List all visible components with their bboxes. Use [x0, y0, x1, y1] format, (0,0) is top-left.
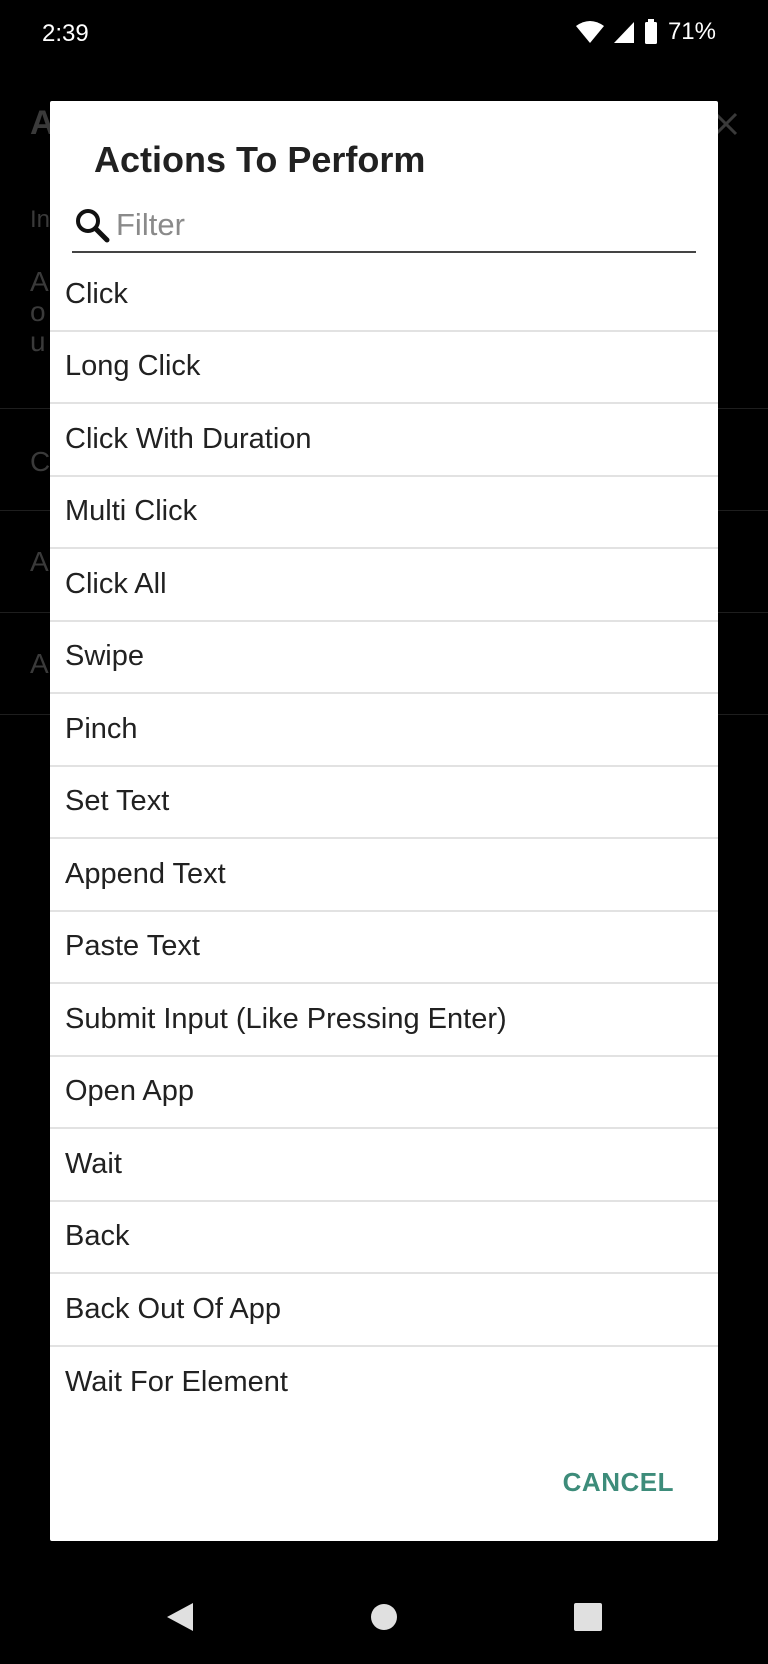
- action-list-item[interactable]: Wait For Element: [50, 1347, 718, 1420]
- status-icons: 71%: [575, 18, 716, 46]
- battery-icon: [644, 19, 657, 44]
- screen: 2:39 71% A In A o u C A A Actions To Per…: [0, 0, 768, 1664]
- background-text-fragment: A: [30, 546, 49, 577]
- search-icon: [76, 209, 110, 243]
- action-list-item[interactable]: Paste Text: [50, 912, 718, 984]
- status-time: 2:39: [42, 20, 89, 47]
- back-nav-button[interactable]: [150, 1570, 210, 1664]
- action-list-item[interactable]: Swipe: [50, 622, 718, 694]
- action-list: Click Long Click Click With Duration Multi …: [50, 259, 718, 1419]
- action-list-item[interactable]: Click: [50, 259, 718, 332]
- action-list-item[interactable]: Click With Duration: [50, 404, 718, 477]
- actions-dialog: Actions To Perform ClickLong ClickClick …: [50, 101, 718, 1541]
- action-list-item[interactable]: Back: [50, 1202, 718, 1274]
- background-text-fragment: C: [30, 446, 51, 477]
- action-list-item[interactable]: Wait: [50, 1129, 718, 1202]
- recents-nav-button[interactable]: [558, 1570, 618, 1664]
- background-text-fragment: A: [30, 266, 49, 297]
- background-text-fragment: o: [30, 296, 46, 327]
- action-list-item[interactable]: Back Out Of App: [50, 1274, 718, 1347]
- cancel-button[interactable]: CANCEL: [563, 1467, 674, 1498]
- home-circle-icon: [371, 1604, 397, 1630]
- wifi-icon: [575, 21, 604, 43]
- background-text-fragment: u: [30, 326, 46, 357]
- action-list-item[interactable]: Open App: [50, 1057, 718, 1129]
- navigation-bar: [0, 1570, 768, 1664]
- action-list-item[interactable]: Set Text: [50, 767, 718, 839]
- action-list-item[interactable]: Click All: [50, 549, 718, 622]
- status-bar: 2:39 71%: [0, 0, 768, 70]
- home-nav-button[interactable]: [354, 1570, 414, 1664]
- filter-field[interactable]: [72, 199, 696, 253]
- action-list-item[interactable]: Append Text: [50, 839, 718, 912]
- back-triangle-icon: [167, 1603, 193, 1631]
- background-text-fragment: In: [30, 206, 51, 233]
- recents-square-icon: [574, 1603, 602, 1631]
- cell-signal-icon: [613, 22, 634, 43]
- action-list-item[interactable]: Long Click: [50, 332, 718, 404]
- action-list-item[interactable]: Multi Click: [50, 477, 718, 549]
- background-text-fragment: A: [30, 648, 49, 679]
- battery-percent: 71%: [667, 18, 716, 45]
- action-list-item[interactable]: Pinch: [50, 694, 718, 767]
- dialog-title: Actions To Perform: [94, 139, 426, 180]
- filter-input[interactable]: [116, 203, 686, 247]
- action-list-item[interactable]: Submit Input (Like Pressing Enter): [50, 984, 718, 1057]
